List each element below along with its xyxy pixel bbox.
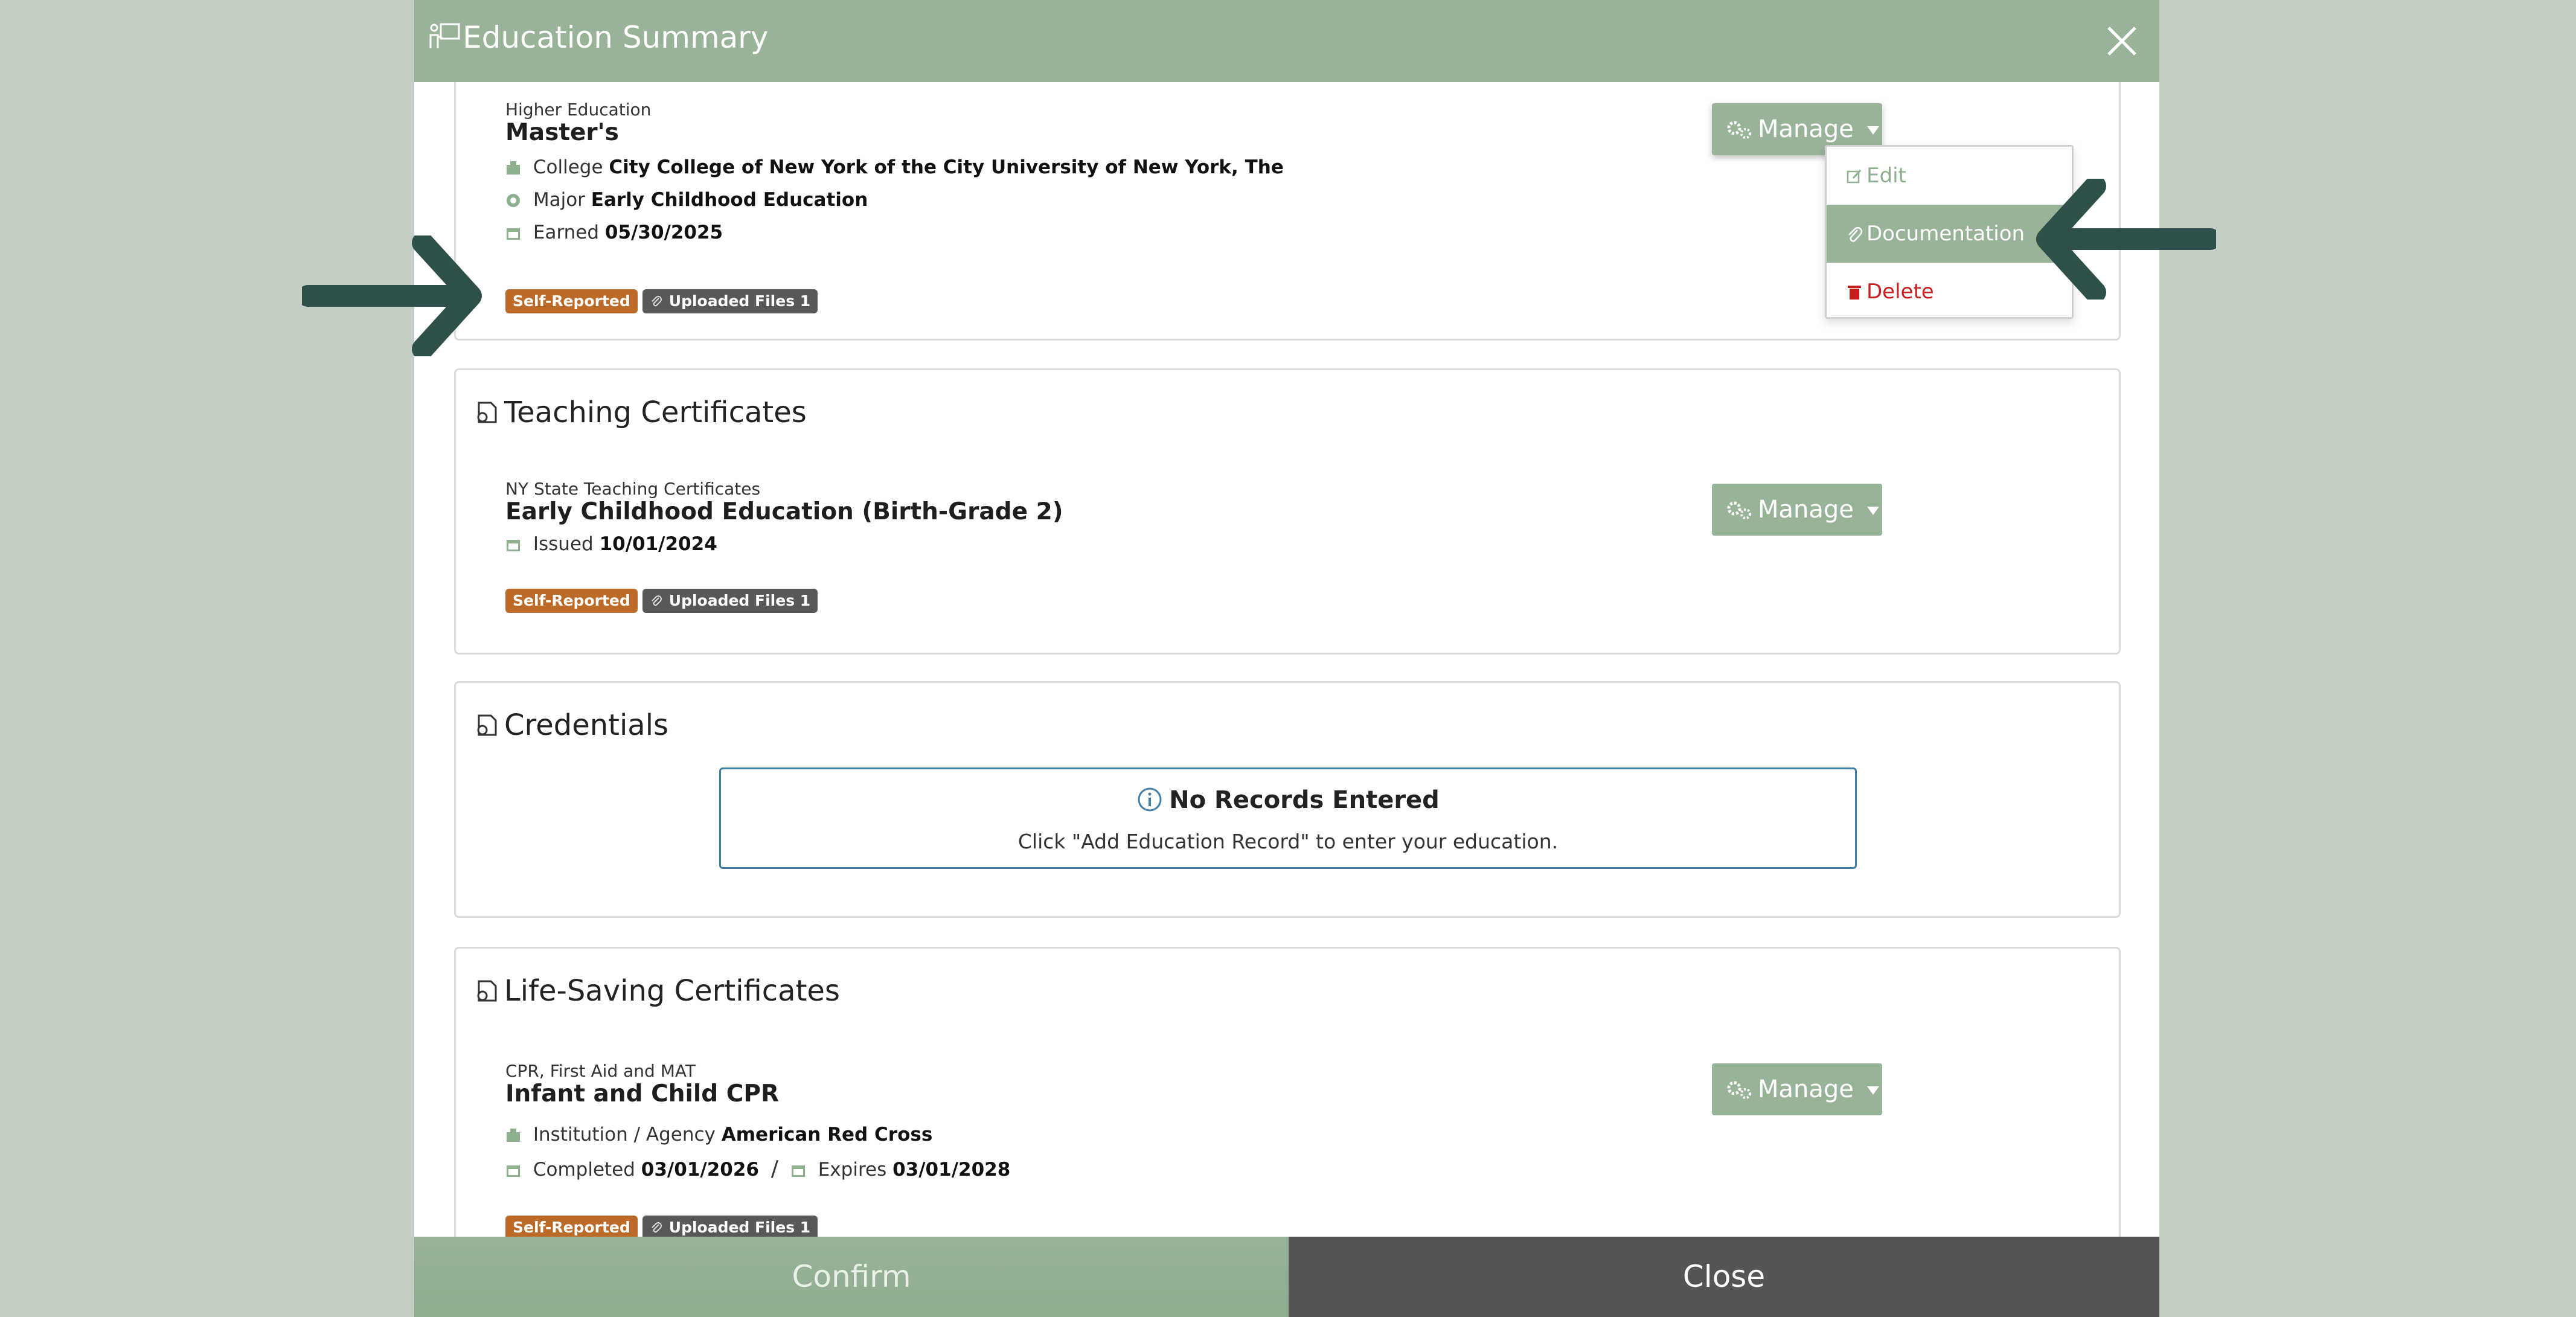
earned-value: 05/30/2025 [604, 222, 723, 243]
earned-label: Earned [533, 222, 600, 243]
close-button[interactable]: Close [1289, 1237, 2159, 1317]
detail-dates: Completed 03/01/2026 / Expires 03/01/202… [505, 1156, 1010, 1181]
expires-value: 03/01/2028 [892, 1159, 1011, 1181]
uploaded-files-badge[interactable]: Uploaded Files 1 [642, 589, 818, 613]
confirm-button[interactable]: Confirm [414, 1237, 1289, 1317]
section-life-saving-certificates: Life-Saving Certificates CPR, First Aid … [454, 947, 2121, 1237]
building-icon [507, 1129, 520, 1142]
issued-value: 10/01/2024 [599, 533, 717, 555]
modal-title: Education Summary [463, 20, 769, 55]
manage-label: Manage [1758, 1075, 1854, 1103]
self-reported-badge: Self-Reported [505, 589, 638, 613]
calendar-icon [507, 540, 520, 551]
arrow-left-annotation-icon [2036, 179, 2216, 300]
record-badges: Self-Reported Uploaded Files 1 [505, 289, 818, 313]
record-badges: Self-Reported Uploaded Files 1 [505, 1216, 818, 1237]
section-credentials: Credentials No Records Entered Click "Ad… [454, 681, 2121, 918]
institution-value: American Red Cross [721, 1124, 933, 1146]
paperclip-icon [652, 595, 662, 606]
section-title: Life-Saving Certificates [474, 973, 840, 1009]
section-title-text: Credentials [504, 708, 669, 742]
completed-label: Completed [533, 1159, 635, 1181]
detail-institution: Institution / Agency American Red Cross [505, 1124, 932, 1146]
major-label: Major [533, 189, 585, 211]
close-icon[interactable] [2103, 22, 2141, 60]
gears-icon [1727, 501, 1751, 519]
empty-records-text: Click "Add Education Record" to enter yo… [1017, 830, 1559, 853]
calendar-icon [507, 228, 520, 240]
certificate-user-icon [429, 23, 460, 48]
calendar-icon [791, 1165, 805, 1177]
record-category: CPR, First Aid and MAT [505, 1061, 696, 1081]
chevron-down-icon [1866, 507, 1879, 515]
uploaded-files-label: Uploaded Files 1 [668, 292, 811, 310]
uploaded-files-label: Uploaded Files 1 [668, 1219, 811, 1236]
detail-earned: Earned 05/30/2025 [505, 222, 723, 243]
menu-item-documentation-label: Documentation [1866, 222, 2025, 246]
education-summary-modal: Education Summary Higher Education Maste… [414, 0, 2159, 1317]
record-title: Master's [505, 119, 619, 146]
record-category: NY State Teaching Certificates [505, 479, 761, 499]
building-icon [507, 161, 520, 175]
empty-records-title-text: No Records Entered [1169, 786, 1440, 814]
gears-icon [1727, 121, 1751, 139]
section-title-text: Teaching Certificates [504, 396, 807, 429]
section-teaching-certificates: Teaching Certificates NY State Teaching … [454, 368, 2121, 655]
detail-major: Major Early Childhood Education [505, 189, 868, 211]
chevron-down-icon [1866, 126, 1879, 135]
certificate-icon [477, 980, 497, 1002]
manage-button[interactable]: Manage [1712, 1063, 1882, 1115]
detail-college: College City College of New York of the … [505, 156, 1284, 178]
detail-issued: Issued 10/01/2024 [505, 533, 717, 555]
record-title: Early Childhood Education (Birth-Grade 2… [505, 498, 1063, 525]
uploaded-files-label: Uploaded Files 1 [668, 592, 811, 609]
arrow-right-annotation-icon [302, 236, 482, 356]
gears-icon [1727, 1081, 1751, 1099]
completed-value: 03/01/2026 [641, 1159, 759, 1181]
menu-item-edit-label: Edit [1866, 164, 1906, 188]
calendar-icon [507, 1165, 520, 1177]
major-value: Early Childhood Education [591, 189, 868, 211]
empty-records-title: No Records Entered [721, 786, 1855, 814]
info-icon [1138, 787, 1162, 812]
record-title: Infant and Child CPR [505, 1080, 779, 1107]
badge-icon [507, 194, 520, 207]
menu-item-delete-label: Delete [1866, 280, 1934, 304]
chevron-down-icon [1866, 1086, 1879, 1095]
modal-body: Higher Education Master's College City C… [414, 82, 2159, 1237]
date-separator: / [771, 1156, 778, 1181]
uploaded-files-badge[interactable]: Uploaded Files 1 [642, 1216, 818, 1237]
empty-records-alert: No Records Entered Click "Add Education … [719, 767, 1857, 869]
manage-label: Manage [1758, 115, 1854, 143]
self-reported-badge: Self-Reported [505, 1216, 638, 1237]
modal-header: Education Summary [414, 0, 2159, 82]
expires-label: Expires [818, 1159, 887, 1181]
paperclip-icon [1848, 226, 1863, 242]
certificate-icon [477, 714, 497, 736]
institution-label: Institution / Agency [533, 1124, 716, 1146]
college-label: College [533, 156, 603, 178]
college-value: City College of New York of the City Uni… [609, 156, 1284, 178]
section-title: Teaching Certificates [474, 394, 807, 431]
paperclip-icon [652, 296, 662, 307]
certificate-icon [477, 402, 497, 423]
section-title-text: Life-Saving Certificates [504, 974, 840, 1008]
edit-icon [1847, 169, 1862, 184]
trash-icon [1848, 286, 1861, 300]
paperclip-icon [652, 1222, 662, 1233]
modal-footer: Confirm Close [414, 1237, 2159, 1317]
section-title: Credentials [474, 707, 668, 743]
uploaded-files-badge[interactable]: Uploaded Files 1 [642, 289, 818, 313]
record-badges: Self-Reported Uploaded Files 1 [505, 589, 818, 613]
self-reported-badge: Self-Reported [505, 289, 638, 313]
issued-label: Issued [533, 533, 594, 555]
record-category: Higher Education [505, 100, 652, 120]
manage-button[interactable]: Manage [1712, 484, 1882, 536]
manage-label: Manage [1758, 496, 1854, 524]
